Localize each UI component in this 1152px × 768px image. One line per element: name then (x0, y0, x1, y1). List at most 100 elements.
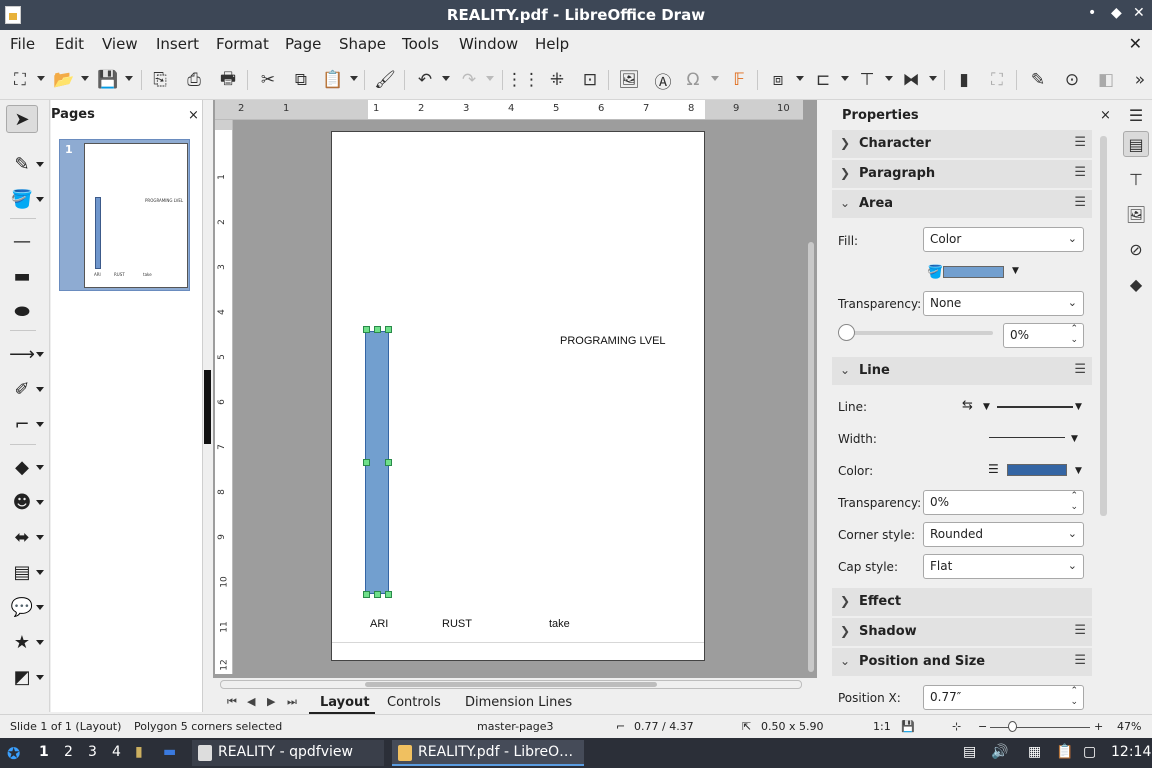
3d-objects-icon[interactable]: ◩ (6, 663, 38, 691)
menu-edit[interactable]: Edit (55, 35, 84, 53)
page-label-ari[interactable]: ARI (370, 618, 388, 630)
block-arrows-icon[interactable]: ⬌ (6, 523, 38, 551)
more-options-icon[interactable]: ☰ (1074, 135, 1086, 150)
file-manager-icon[interactable]: ▮ (135, 744, 143, 760)
menu-format[interactable]: Format (216, 35, 269, 53)
fill-color-dropdown-icon[interactable]: ▼ (1012, 266, 1019, 276)
gallery-deck-icon[interactable]: 🖼 (1123, 201, 1149, 227)
workspace-1[interactable]: 1 (39, 744, 49, 760)
zoom-slider-knob[interactable] (1008, 721, 1017, 732)
fill-color-icon[interactable]: 🪣 (6, 185, 38, 213)
cut-icon[interactable]: ✂ (256, 68, 280, 92)
spin-down-icon[interactable]: ⌄ (1070, 697, 1078, 707)
minimize-button[interactable]: • (1088, 5, 1096, 21)
close-document-button[interactable]: ✕ (1129, 34, 1142, 53)
workspace-3[interactable]: 3 (88, 744, 97, 760)
distribute-icon[interactable]: ⧓ (899, 68, 923, 92)
pages-pane-splitter[interactable] (204, 370, 211, 444)
tab-controls[interactable]: Controls (387, 695, 441, 710)
resize-handle[interactable] (363, 326, 370, 333)
close-sidebar-button[interactable]: × (1100, 108, 1111, 123)
fill-dropdown[interactable]: Color ⌄ (923, 227, 1084, 252)
transparency-slider-knob[interactable] (838, 324, 855, 341)
stars-icon[interactable]: ★ (6, 628, 38, 656)
line-color-icon[interactable]: ✎ (6, 150, 38, 178)
corner-style-dropdown[interactable]: Rounded ⌄ (923, 522, 1084, 547)
line-width-dropdown-icon[interactable]: ▼ (1071, 434, 1078, 444)
task-qpdfview[interactable]: REALITY - qpdfview (192, 740, 384, 766)
section-effect[interactable]: ❯ Effect (832, 588, 1092, 616)
crop-icon[interactable]: ⛶ (985, 68, 1009, 92)
line-width-preview[interactable] (989, 437, 1065, 438)
page-label-rust[interactable]: RUST (442, 618, 472, 630)
notifications-icon[interactable]: ▢ (1083, 744, 1096, 760)
menu-file[interactable]: File (10, 35, 35, 53)
connector-tool-icon[interactable]: ⌐ (6, 410, 38, 438)
section-area[interactable]: ⌄ Area ☰ (832, 190, 1092, 218)
spin-down-icon[interactable]: ⌄ (1070, 502, 1078, 512)
special-character-icon[interactable]: Ω (681, 68, 705, 92)
redo-icon[interactable]: ↷ (457, 68, 481, 92)
export-pdf-icon[interactable]: ⎙ (182, 68, 206, 92)
line-transparency-field[interactable]: 0% ⌃ ⌄ (923, 490, 1084, 515)
section-position-size[interactable]: ⌄ Position and Size ☰ (832, 648, 1092, 676)
prev-tab-icon[interactable]: ◀ (247, 695, 255, 708)
shapes-deck-icon[interactable]: ◆ (1123, 271, 1149, 297)
show-desktop-icon[interactable]: ▬ (163, 744, 176, 760)
page-heading[interactable]: PROGRAMING LVEL (560, 335, 666, 347)
section-paragraph[interactable]: ❯ Paragraph ☰ (832, 160, 1092, 188)
menu-insert[interactable]: Insert (156, 35, 199, 53)
more-options-icon[interactable]: ☰ (1074, 623, 1086, 638)
menu-view[interactable]: View (102, 35, 138, 53)
workspace-4[interactable]: 4 (112, 744, 121, 760)
open-icon[interactable]: 📂 (52, 68, 76, 92)
ellipse-tool-icon[interactable]: ⬬ (6, 297, 38, 325)
page-label-take[interactable]: take (549, 618, 570, 630)
spin-up-icon[interactable]: ⌃ (1070, 491, 1078, 501)
fontwork-icon[interactable]: 𝔽 (727, 68, 751, 92)
properties-deck-icon[interactable]: ▤ (1123, 131, 1149, 157)
position-x-field[interactable]: 0.77″ ⌃ ⌄ (923, 685, 1084, 710)
area-transparency-dropdown[interactable]: None ⌄ (923, 291, 1084, 316)
resize-handle[interactable] (363, 459, 370, 466)
resize-handle[interactable] (363, 591, 370, 598)
close-window-button[interactable]: ✕ (1133, 5, 1145, 21)
transformations-icon[interactable]: ⧈ (766, 68, 790, 92)
vertical-scrollbar[interactable] (806, 118, 816, 678)
select-arrow-icon[interactable]: ➤ (6, 105, 38, 133)
sidebar-menu-icon[interactable]: ☰ (1123, 102, 1149, 128)
sidebar-scrollbar[interactable] (1100, 136, 1107, 516)
export-icon[interactable]: ⎘ (148, 68, 172, 92)
task-libreoffice[interactable]: REALITY.pdf - LibreO… (392, 740, 584, 766)
symbol-shapes-icon[interactable]: ☻ (6, 488, 38, 516)
zoom-icon[interactable]: ⊡ (578, 68, 602, 92)
first-tab-icon[interactable]: ⏮ (227, 695, 237, 709)
fill-color-swatch[interactable] (943, 266, 1004, 278)
start-menu-icon[interactable]: ✪ (7, 744, 20, 763)
flowchart-icon[interactable]: ▤ (6, 558, 38, 586)
next-tab-icon[interactable]: ▶ (267, 695, 275, 708)
zoom-level[interactable]: 47% (1117, 720, 1141, 733)
section-character[interactable]: ❯ Character ☰ (832, 130, 1092, 158)
copy-icon[interactable]: ⧉ (289, 68, 313, 92)
rectangle-tool-icon[interactable]: ▬ (6, 262, 38, 290)
curve-tool-icon[interactable]: ✐ (6, 375, 38, 403)
more-options-icon[interactable]: ☰ (1074, 195, 1086, 210)
master-page-status[interactable]: master-page3 (477, 720, 554, 733)
page-thumbnail[interactable]: 1 PROGRAMING LVEL ARI RUST take (59, 139, 190, 291)
points-icon[interactable]: ✎ (1026, 68, 1050, 92)
area-transparency-percent[interactable]: 0% ⌃ ⌄ (1003, 323, 1084, 348)
line-style-dropdown-icon[interactable]: ▼ (1075, 402, 1082, 412)
network-icon[interactable]: ▦ (1028, 744, 1041, 760)
section-line[interactable]: ⌄ Line ☰ (832, 357, 1092, 385)
fit-page-icon[interactable]: ⊹ (952, 720, 961, 733)
menu-window[interactable]: Window (459, 35, 518, 53)
zoom-slider-track[interactable] (990, 727, 1090, 728)
resize-handle[interactable] (385, 459, 392, 466)
arrow-style-icon[interactable]: ⇆ (962, 398, 973, 413)
spin-up-icon[interactable]: ⌃ (1070, 686, 1078, 696)
zoom-in-icon[interactable]: + (1094, 720, 1103, 733)
paste-icon[interactable]: 📋 (321, 68, 345, 92)
basic-shapes-icon[interactable]: ◆ (6, 453, 38, 481)
volume-icon[interactable]: 🔊 (991, 744, 1008, 760)
